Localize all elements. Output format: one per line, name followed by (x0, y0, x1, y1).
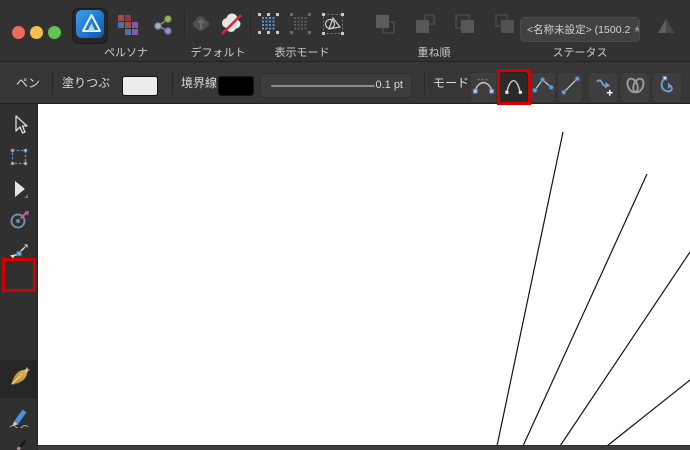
export-persona-button[interactable] (148, 12, 178, 42)
divider (172, 71, 173, 95)
preview-toggle-button[interactable] (650, 14, 682, 42)
divider (424, 71, 425, 95)
designer-persona-icon (75, 9, 105, 44)
fill-label: 塗りつぶ (62, 76, 111, 90)
pen-mode-icon (471, 73, 496, 103)
stroke-swatch[interactable] (218, 76, 254, 96)
pen-tool-icon (8, 366, 30, 393)
document-title: <名称未設定> (1500.2 (527, 24, 631, 36)
top-toolbar: ペルソナ デフォルト 表示モード 重ね順 <名称未設定> (1500.2 ステー… (0, 0, 690, 62)
stroke-width-field[interactable]: 0.1 pt (260, 73, 412, 98)
preview-triangle-icon (652, 13, 680, 44)
retina-view-button[interactable] (288, 11, 314, 42)
close-button[interactable] (12, 26, 25, 39)
stroke-width-value: 0.1 pt (375, 79, 403, 91)
pasteboard-edge (38, 445, 690, 450)
move-forward-icon (412, 11, 438, 42)
pencil-tool[interactable] (0, 404, 38, 434)
node-tool-icon (8, 178, 30, 205)
retina-view-icon (288, 11, 314, 42)
move-backward-button[interactable] (452, 13, 478, 39)
outline-view-button[interactable] (320, 11, 346, 42)
status-group-label: ステータス (552, 47, 608, 59)
move-tool[interactable] (0, 112, 38, 142)
divider (52, 71, 53, 95)
point-transform-tool[interactable] (0, 207, 38, 237)
outline-view-icon (320, 11, 346, 42)
zoom-button[interactable] (48, 26, 61, 39)
current-tool-label: ペン (16, 76, 41, 90)
vector-brush-tool[interactable] (0, 436, 38, 450)
document-canvas[interactable] (38, 104, 690, 450)
sync-defaults-button[interactable] (188, 13, 214, 39)
context-toolbar: ペン 塗りつぶ 境界線: 0.1 pt モード: (0, 62, 690, 104)
move-to-front-icon (372, 11, 398, 42)
contour-tool[interactable] (0, 237, 38, 267)
polygon-mode-icon (531, 73, 556, 103)
designer-persona-button[interactable] (72, 8, 108, 44)
reverse-curve-button[interactable] (652, 72, 682, 103)
move-to-back-button[interactable] (492, 13, 518, 39)
line-mode-icon (558, 73, 583, 103)
export-persona-icon (150, 12, 176, 43)
move-forward-button[interactable] (412, 13, 438, 39)
link-curves-icon (623, 73, 648, 103)
persona-group-label: ペルソナ (104, 47, 148, 59)
pixel-persona-button[interactable] (112, 12, 142, 42)
mode-label: モード: (433, 76, 473, 90)
move-to-front-button[interactable] (372, 13, 398, 39)
defaults-group-label: デフォルト (190, 47, 246, 59)
pixel-persona-icon (114, 12, 140, 43)
divider (250, 11, 251, 37)
pen-tool[interactable] (0, 360, 38, 398)
pen-mode-button[interactable] (470, 72, 497, 103)
add-to-curve-icon (591, 73, 616, 103)
divider (184, 11, 185, 37)
node-tool[interactable] (0, 176, 38, 206)
vector-brush-tool-icon (8, 438, 30, 450)
move-backward-icon (452, 11, 478, 42)
smart-mode-button[interactable] (499, 72, 528, 103)
view-mode-group-label: 表示モード (274, 47, 330, 59)
pixel-view-icon (256, 11, 282, 42)
revert-defaults-icon (216, 9, 246, 44)
line-mode-button[interactable] (557, 72, 583, 103)
revert-defaults-button[interactable] (216, 11, 246, 41)
pixel-view-button[interactable] (256, 11, 282, 42)
move-to-back-icon (492, 11, 518, 42)
reverse-curve-icon (655, 73, 680, 103)
drawn-lines (496, 131, 690, 447)
move-tool-icon (8, 114, 30, 141)
point-transform-tool-icon (8, 209, 30, 236)
stroke-label: 境界線: (181, 76, 221, 90)
minimize-button[interactable] (30, 26, 43, 39)
document-title-dropdown[interactable]: <名称未設定> (1500.2 ★ (520, 17, 640, 42)
link-curves-button[interactable] (620, 72, 650, 103)
app-window: ペルソナ デフォルト 表示モード 重ね順 <名称未設定> (1500.2 ステー… (0, 0, 690, 450)
polygon-mode-button[interactable] (530, 72, 556, 103)
smart-mode-icon (501, 73, 526, 103)
artboard-tool[interactable] (0, 144, 38, 174)
pencil-tool-icon (8, 406, 30, 433)
tools-panel (0, 104, 38, 450)
add-to-curve-button[interactable] (588, 72, 618, 103)
sync-defaults-icon (188, 11, 214, 42)
arrange-group-label: 重ね順 (417, 47, 451, 59)
fill-swatch[interactable] (122, 76, 158, 96)
stroke-width-slider[interactable] (271, 85, 375, 87)
modified-star-icon: ★ (633, 24, 639, 35)
artboard-tool-icon (8, 146, 30, 173)
contour-tool-icon (8, 239, 30, 266)
